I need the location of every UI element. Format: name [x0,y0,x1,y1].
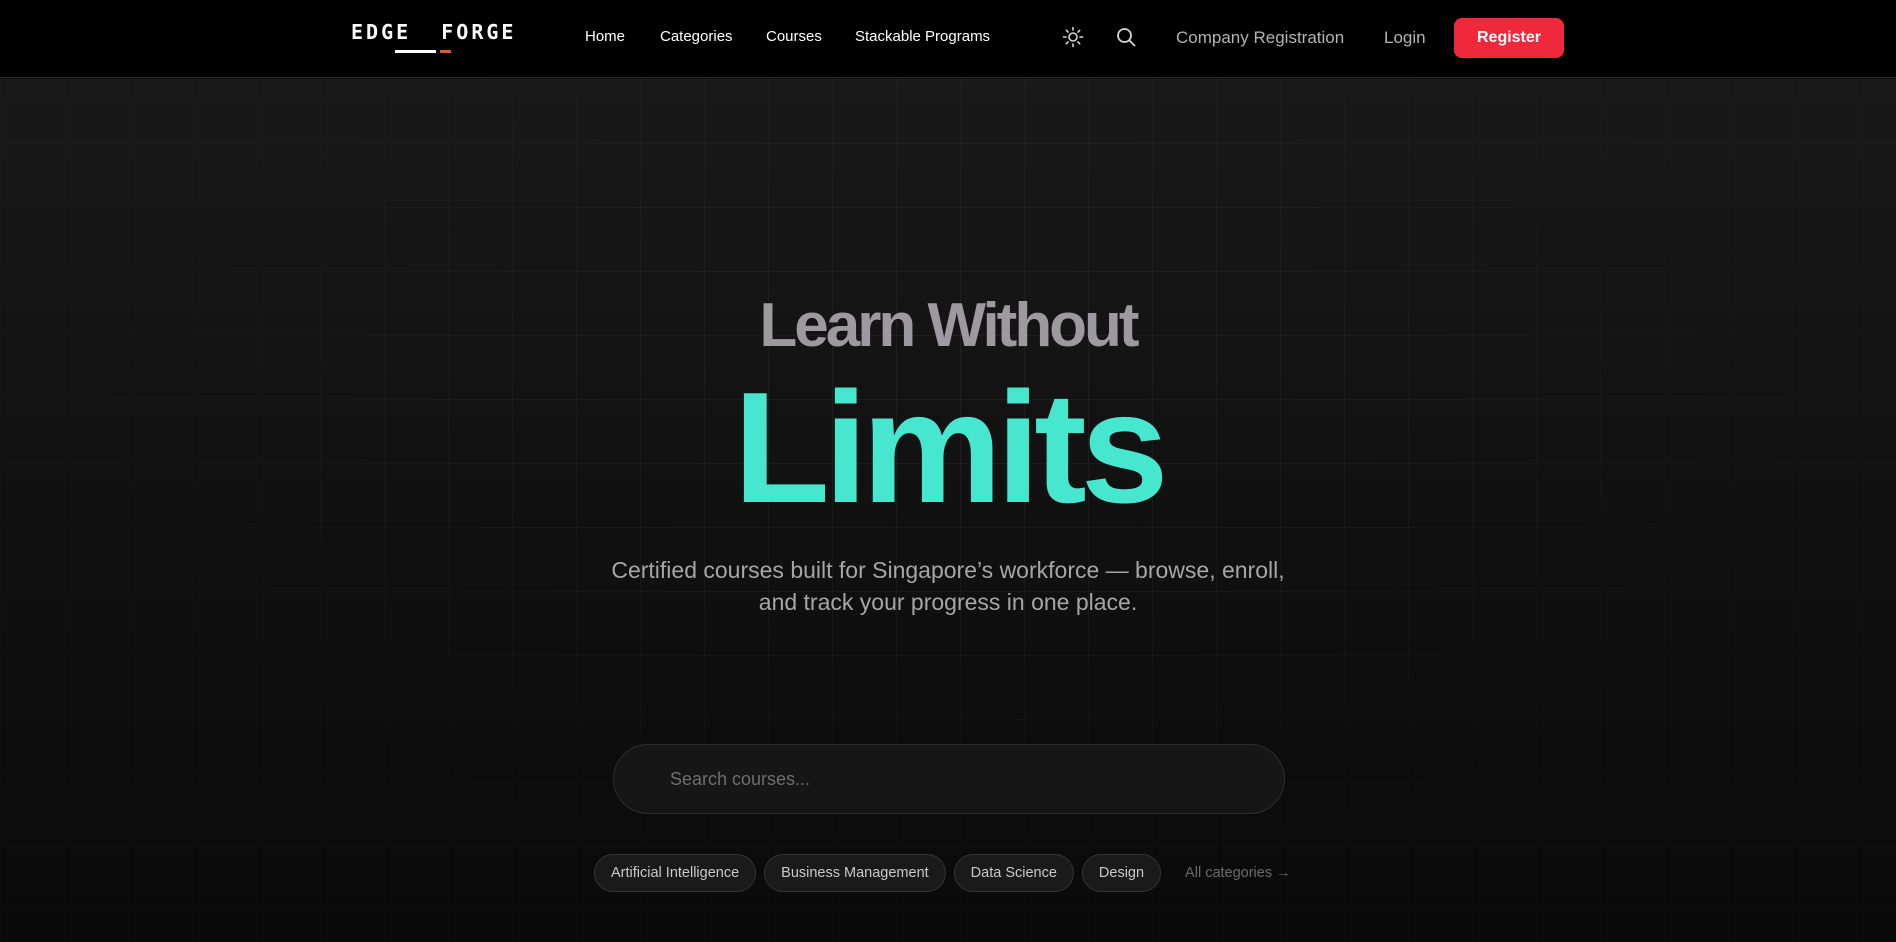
brand-logo-text: EDGE FORGE [351,20,517,44]
hero-section: Learn Without Limits Certified courses b… [0,79,1896,942]
category-chip-business-management[interactable]: Business Management [764,854,946,892]
login-link[interactable]: Login [1384,28,1426,48]
search-icon[interactable] [1115,26,1137,48]
category-chip-design[interactable]: Design [1081,854,1162,892]
logo-underline-white [395,50,436,53]
logo-underline-orange [440,50,451,53]
brand-logo[interactable]: EDGE FORGE [351,20,513,56]
sun-icon[interactable] [1062,26,1084,48]
hero-title-line1: Learn Without [759,291,1139,360]
category-chip-artificial-intelligence[interactable]: Artificial Intelligence [594,854,757,892]
hero-subtitle: Certified courses built for Singapore’s … [611,557,1285,615]
nav-link-categories[interactable]: Categories [660,28,733,45]
top-navbar: EDGE FORGE Home Categories Courses Stack… [0,0,1896,78]
nav-link-courses[interactable]: Courses [766,28,822,45]
course-search-input[interactable] [613,744,1285,814]
nav-link-home[interactable]: Home [585,28,625,45]
register-button[interactable]: Register [1454,18,1564,58]
category-chip-data-science[interactable]: Data Science [953,854,1074,892]
all-categories-link[interactable]: All categories → [1185,865,1291,881]
hero-title-line2: Limits [733,360,1168,536]
nav-link-stackable-programs[interactable]: Stackable Programs [855,28,990,45]
category-chips: Artificial Intelligence Business Managem… [594,854,1291,892]
company-registration-link[interactable]: Company Registration [1176,28,1344,48]
